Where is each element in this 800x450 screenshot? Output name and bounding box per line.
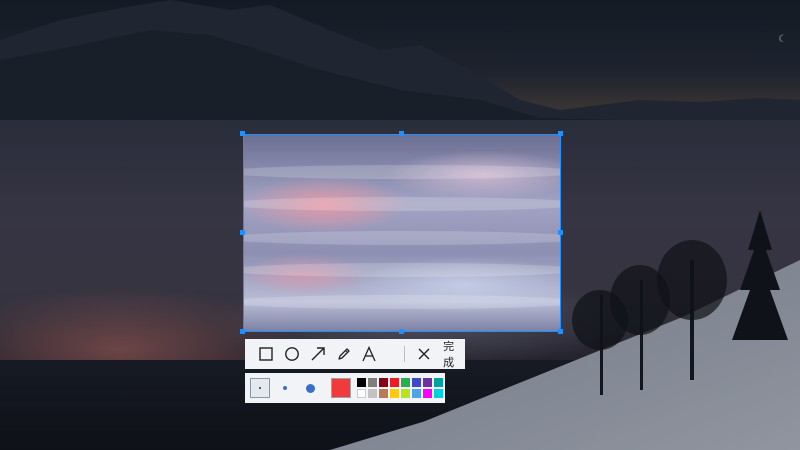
color-swatch[interactable] — [423, 378, 432, 387]
resize-handle-left[interactable] — [240, 230, 245, 235]
color-swatch[interactable] — [423, 389, 432, 398]
cloud-wave — [244, 197, 560, 211]
close-icon — [418, 348, 430, 360]
cancel-button[interactable] — [411, 341, 437, 367]
brush-size-small[interactable] — [250, 378, 270, 398]
arrow-tool-button[interactable] — [305, 341, 331, 367]
medium-dot-icon — [283, 386, 287, 390]
resize-handle-bottom-right[interactable] — [558, 329, 563, 334]
color-swatch[interactable] — [412, 389, 421, 398]
text-icon — [362, 346, 376, 362]
cloud-wave — [244, 295, 560, 309]
annotation-toolbar: 完成 — [245, 339, 465, 369]
color-swatch[interactable] — [401, 378, 410, 387]
done-button[interactable]: 完成 — [443, 338, 465, 370]
cloud-wave — [244, 263, 560, 277]
color-swatch[interactable] — [357, 389, 366, 398]
color-swatch[interactable] — [390, 378, 399, 387]
ellipse-tool-button[interactable] — [279, 341, 305, 367]
resize-handle-bottom[interactable] — [399, 329, 404, 334]
color-swatch[interactable] — [368, 378, 377, 387]
text-tool-button[interactable] — [356, 341, 382, 367]
color-swatch[interactable] — [401, 389, 410, 398]
color-swatch[interactable] — [434, 378, 443, 387]
cloud-wave — [244, 231, 560, 245]
color-swatch-grid — [357, 378, 443, 398]
resize-handle-top[interactable] — [399, 131, 404, 136]
capture-selection[interactable] — [243, 134, 561, 332]
color-swatch[interactable] — [412, 378, 421, 387]
pencil-icon — [337, 348, 350, 360]
toolbar-separator — [404, 346, 406, 362]
color-swatch[interactable] — [379, 378, 388, 387]
small-dot-icon — [259, 387, 261, 389]
pencil-tool-button[interactable] — [331, 341, 357, 367]
arrow-icon — [311, 347, 325, 361]
color-swatch[interactable] — [379, 389, 388, 398]
color-swatch[interactable] — [357, 378, 366, 387]
resize-handle-right[interactable] — [558, 230, 563, 235]
color-swatch[interactable] — [434, 389, 443, 398]
rectangle-icon — [259, 347, 273, 361]
brush-size-medium[interactable] — [275, 378, 295, 398]
current-color-swatch[interactable] — [331, 378, 351, 398]
cloud-wave — [244, 165, 560, 179]
rectangle-tool-button[interactable] — [253, 341, 279, 367]
resize-handle-top-left[interactable] — [240, 131, 245, 136]
brush-size-large[interactable] — [300, 378, 320, 398]
resize-handle-top-right[interactable] — [558, 131, 563, 136]
style-palette — [245, 373, 445, 403]
resize-handle-bottom-left[interactable] — [240, 329, 245, 334]
color-swatch[interactable] — [390, 389, 399, 398]
color-swatch[interactable] — [368, 389, 377, 398]
ellipse-icon — [284, 347, 299, 361]
large-dot-icon — [305, 383, 315, 393]
